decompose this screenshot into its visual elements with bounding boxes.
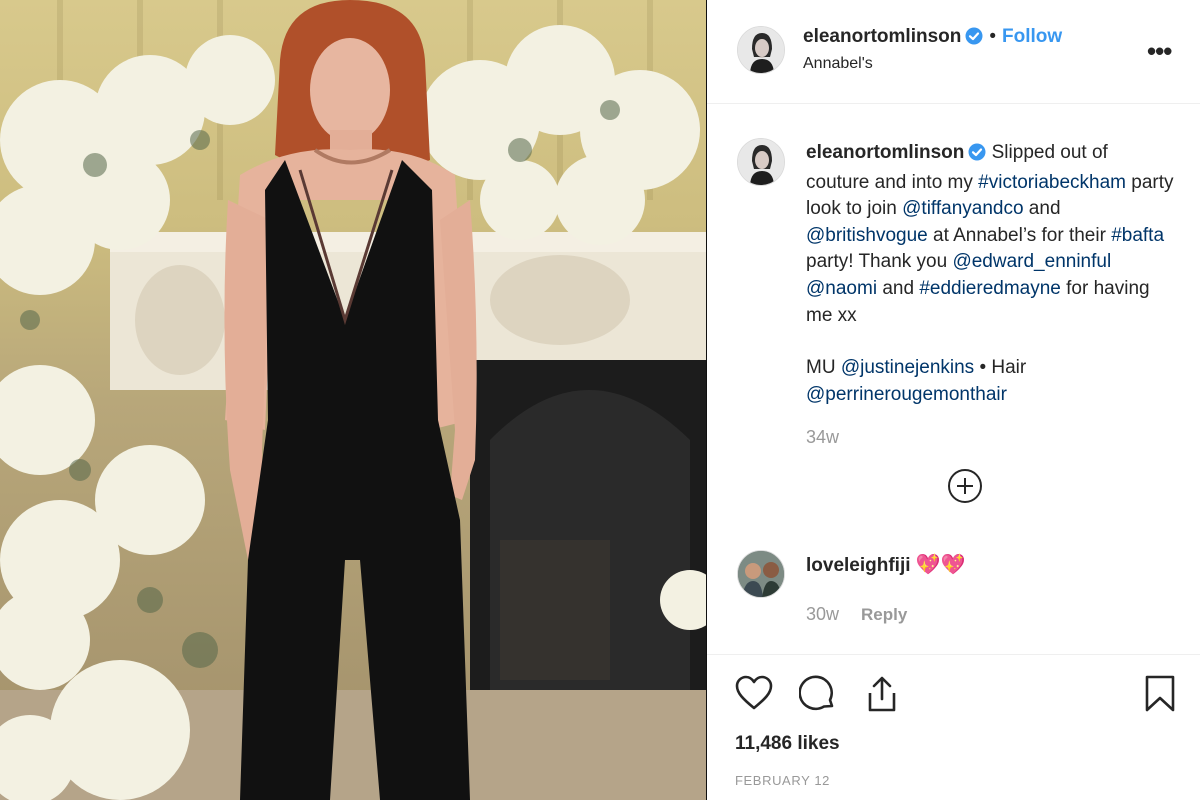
load-more-comments-icon[interactable]	[948, 469, 982, 503]
post-sidebar: eleanortomlinson • Follow Annabel's ••• el…	[707, 0, 1200, 800]
comment-meta: 30w Reply	[806, 604, 907, 625]
caption-segment: party! Thank you	[806, 251, 953, 273]
avatar-portrait-icon	[738, 139, 784, 185]
hashtag-link[interactable]: #bafta	[1111, 225, 1164, 246]
verified-badge-icon	[965, 27, 983, 51]
likes-count[interactable]: 11,486 likes	[735, 733, 840, 755]
comment-text: loveleighfiji 💖💖	[806, 552, 966, 577]
comment-bubble-icon[interactable]	[798, 675, 837, 718]
heart-icon[interactable]	[735, 675, 773, 716]
header-top-line: eleanortomlinson • Follow	[803, 26, 1062, 51]
mention-link[interactable]: @naomi	[806, 278, 877, 299]
photo-illustration	[0, 0, 706, 800]
hashtag-link[interactable]: #victoriabeckham	[978, 172, 1126, 193]
caption-segment: at Annabel’s for their	[927, 224, 1112, 246]
avatar-couple-icon	[738, 551, 784, 597]
caption-segment: and	[877, 277, 920, 299]
caption-paragraph-1: eleanortomlinson Slipped out of couture …	[806, 140, 1176, 329]
header-username[interactable]: eleanortomlinson	[803, 26, 961, 47]
mention-link[interactable]: @justinejenkins	[841, 357, 974, 378]
author-avatar[interactable]	[737, 26, 785, 74]
caption-avatar[interactable]	[737, 138, 785, 186]
caption-paragraph-2: MU @justinejenkins • Hair @perrinerougem…	[806, 355, 1176, 408]
share-icon[interactable]	[863, 675, 901, 718]
header-separator: •	[989, 26, 997, 47]
caption-segment: • Hair	[974, 357, 1027, 379]
commenter-avatar[interactable]	[737, 550, 785, 598]
mention-link[interactable]: @edward_enninful	[952, 251, 1111, 272]
mention-link[interactable]: @perrinerougemonthair	[806, 384, 1007, 405]
hashtag-link[interactable]: #eddieredmayne	[919, 278, 1061, 299]
avatar-portrait-icon	[738, 27, 784, 73]
post-header: eleanortomlinson • Follow Annabel's •••	[707, 0, 1200, 104]
bookmark-icon[interactable]	[1144, 675, 1176, 718]
post-photo[interactable]	[0, 0, 706, 800]
caption-username[interactable]: eleanortomlinson	[806, 142, 964, 163]
more-options-button[interactable]: •••	[1147, 36, 1172, 67]
sparkling-heart-emoji: 💖💖	[915, 554, 966, 576]
comment-username[interactable]: loveleighfiji	[806, 555, 911, 576]
mention-link[interactable]: @tiffanyandco	[902, 198, 1023, 219]
reply-button[interactable]: Reply	[861, 605, 907, 624]
post-location[interactable]: Annabel's	[803, 55, 873, 73]
caption-segment: MU	[806, 357, 841, 379]
mention-link[interactable]: @britishvogue	[806, 225, 928, 246]
caption-text: eleanortomlinson Slipped out of couture …	[806, 140, 1176, 408]
post-actions: 11,486 likes FEBRUARY 12	[707, 654, 1200, 800]
follow-button[interactable]: Follow	[1002, 26, 1062, 47]
verified-badge-icon	[968, 143, 986, 170]
caption-age[interactable]: 34w	[806, 427, 839, 448]
comment-age[interactable]: 30w	[806, 604, 839, 624]
post-date: FEBRUARY 12	[735, 773, 830, 788]
caption-segment: and	[1023, 198, 1061, 220]
